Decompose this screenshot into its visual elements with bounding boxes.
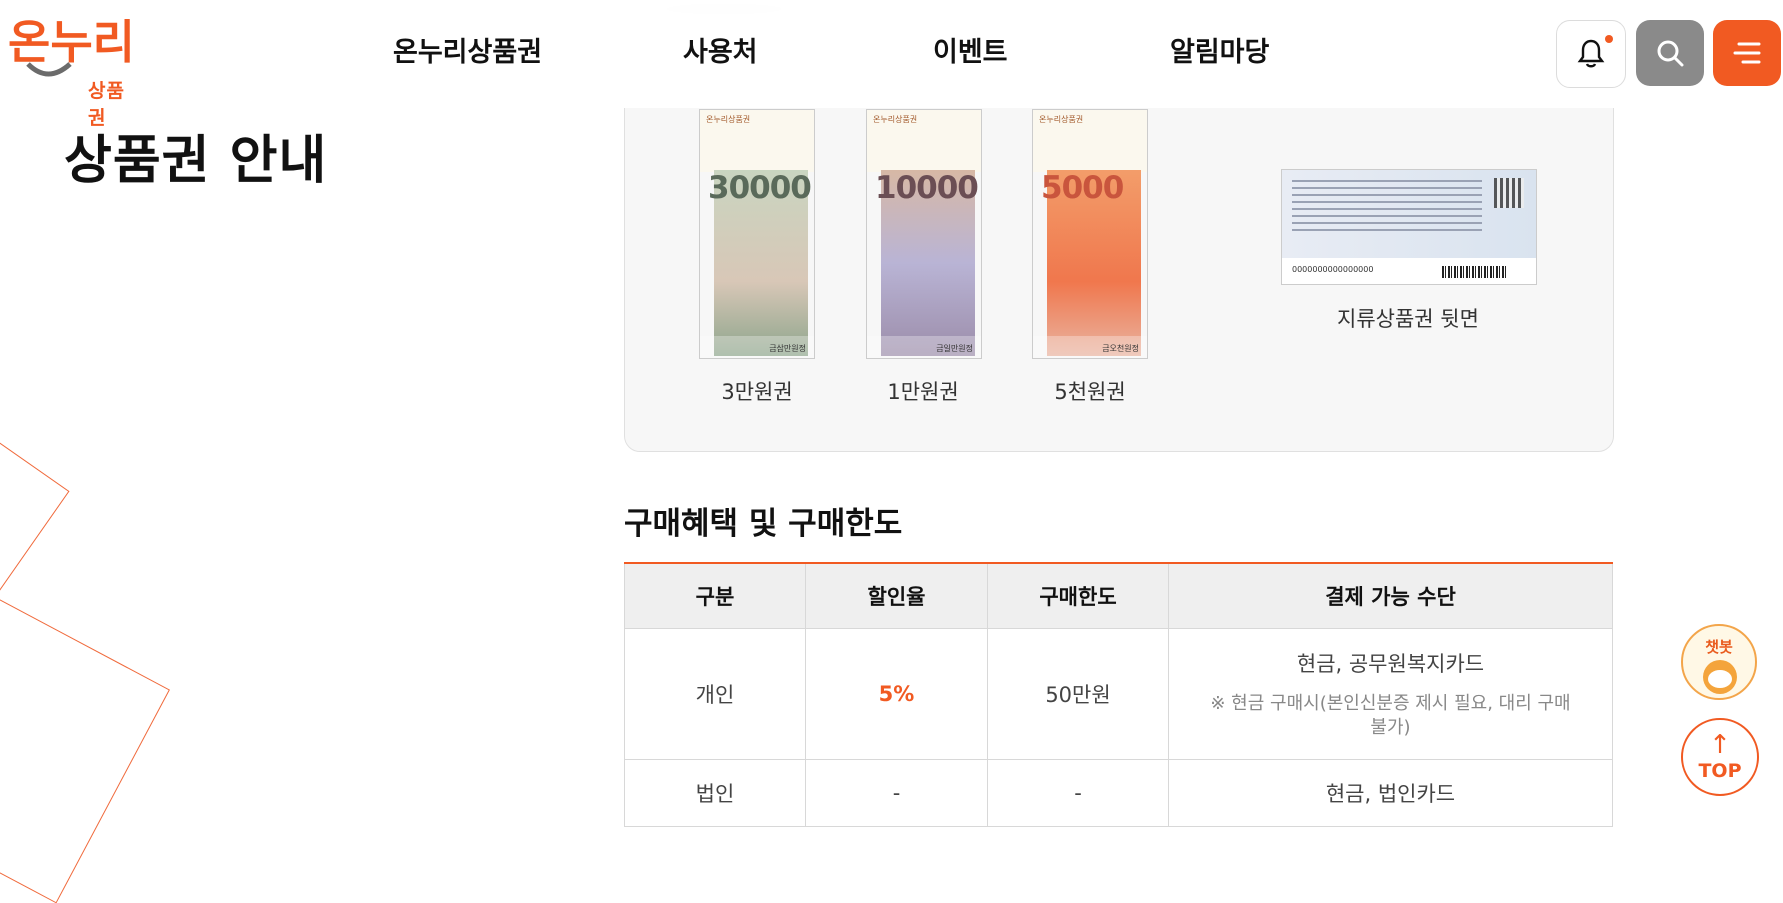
cell-limit: - bbox=[987, 759, 1169, 827]
voucher-amount-text: 금일만원정 bbox=[936, 344, 973, 353]
voucher-serial: 0000000000000000 bbox=[1292, 265, 1374, 274]
cell-type: 개인 bbox=[624, 628, 806, 760]
section-title-purchase: 구매혜택 및 구매한도 bbox=[624, 506, 903, 542]
nav-onnuri-voucher[interactable]: 온누리상품권 bbox=[393, 30, 542, 69]
voucher-label-5000: 5천원권 bbox=[1054, 380, 1126, 404]
logo-glyph: 온누리 bbox=[8, 15, 135, 69]
barcode-icon bbox=[1442, 266, 1508, 278]
payment-methods: 현금, 공무원복지카드 bbox=[1296, 651, 1485, 676]
col-header-discount: 할인율 bbox=[805, 562, 988, 629]
voucher-back-image: 0000000000000000 bbox=[1281, 169, 1537, 285]
menu-button[interactable] bbox=[1713, 20, 1781, 86]
cell-discount: 5% bbox=[805, 628, 988, 760]
scroll-top-button[interactable]: ↑ TOP bbox=[1681, 718, 1759, 796]
nav-usage-places[interactable]: 사용처 bbox=[683, 30, 758, 69]
search-button[interactable] bbox=[1636, 20, 1704, 86]
voucher-label-10000: 1만원권 bbox=[887, 380, 959, 404]
top-label: TOP bbox=[1698, 760, 1742, 782]
cell-discount: - bbox=[805, 759, 988, 827]
arrow-up-icon: ↑ bbox=[1709, 730, 1731, 760]
col-header-limit: 구매한도 bbox=[987, 562, 1169, 629]
voucher-brand: 온누리상품권 bbox=[1039, 115, 1084, 124]
notification-dot bbox=[1605, 35, 1613, 43]
chatbot-mascot-icon bbox=[1703, 660, 1737, 694]
qr-code-icon bbox=[1494, 178, 1524, 208]
voucher-brand: 온누리상품권 bbox=[706, 115, 751, 124]
cell-payment: 현금, 법인카드 bbox=[1168, 759, 1613, 827]
col-header-payment: 결제 가능 수단 bbox=[1168, 562, 1613, 629]
nav-notices[interactable]: 알림마당 bbox=[1170, 30, 1269, 69]
table-row: 개인 5% 50만원 현금, 공무원복지카드 ※ 현금 구매시(본인신분증 제시… bbox=[624, 628, 1613, 760]
search-icon bbox=[1657, 40, 1684, 67]
cell-payment: 현금, 공무원복지카드 ※ 현금 구매시(본인신분증 제시 필요, 대리 구매 … bbox=[1168, 628, 1613, 760]
nav-events[interactable]: 이벤트 bbox=[933, 30, 1008, 69]
bell-icon bbox=[1577, 39, 1605, 68]
voucher-image-5000: 온누리상품권 5000 금오천원정 bbox=[1032, 109, 1148, 359]
onnuri-logo[interactable]: 온누리 상품권 bbox=[8, 14, 143, 129]
voucher-panel: 온누리상품권 30000 금삼만원정 온누리상품권 10000 금일만원정 온누… bbox=[624, 80, 1614, 452]
cell-limit: 50만원 bbox=[987, 628, 1169, 760]
voucher-amount-text: 금삼만원정 bbox=[769, 344, 806, 353]
site-header: 온누리 상품권 온누리상품권 사용처 이벤트 알림마당 bbox=[0, 0, 1783, 129]
voucher-number: 10000 bbox=[875, 170, 979, 206]
decorative-outline-shape bbox=[0, 538, 170, 903]
logo-subtitle: 상품권 bbox=[88, 80, 125, 129]
table-header-row: 구분 할인율 구매한도 결제 가능 수단 bbox=[624, 562, 1613, 629]
voucher-number: 30000 bbox=[708, 170, 812, 206]
voucher-image-30000: 온누리상품권 30000 금삼만원정 bbox=[699, 109, 815, 359]
notification-button[interactable] bbox=[1556, 20, 1626, 88]
hamburger-icon bbox=[1733, 42, 1761, 64]
chatbot-button[interactable]: 챗봇 bbox=[1681, 624, 1757, 700]
voucher-label-30000: 3만원권 bbox=[721, 380, 793, 404]
voucher-brand: 온누리상품권 bbox=[873, 115, 918, 124]
voucher-image-10000: 온누리상품권 10000 금일만원정 bbox=[866, 109, 982, 359]
payment-note: ※ 현금 구매시(본인신분증 제시 필요, 대리 구매 불가) bbox=[1210, 692, 1571, 738]
cell-type: 법인 bbox=[624, 759, 806, 827]
voucher-back-label: 지류상품권 뒷면 bbox=[1337, 307, 1479, 331]
purchase-table: 구분 할인율 구매한도 결제 가능 수단 개인 5% 50만원 현금, 공무원복… bbox=[624, 562, 1613, 827]
table-row: 법인 - - 현금, 법인카드 bbox=[624, 759, 1613, 827]
chatbot-label: 챗봇 bbox=[1705, 638, 1733, 656]
voucher-amount-text: 금오천원정 bbox=[1102, 344, 1139, 353]
voucher-number: 5000 bbox=[1041, 170, 1124, 206]
col-header-type: 구분 bbox=[624, 562, 806, 629]
